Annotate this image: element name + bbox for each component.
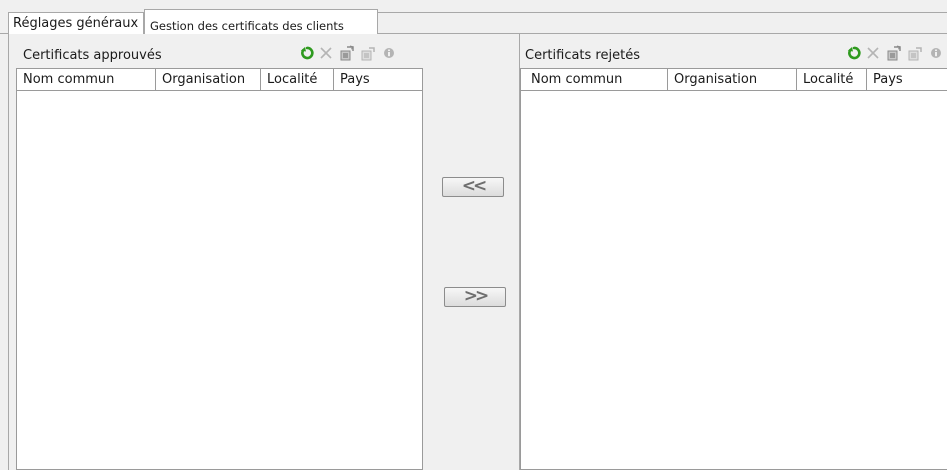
move-to-rejected-label: >> [463, 285, 489, 306]
move-to-approved-label: << [461, 175, 487, 196]
column-common-name[interactable]: Nom commun [17, 69, 156, 90]
move-to-approved-button[interactable]: << [442, 177, 504, 197]
column-organisation[interactable]: Organisation [156, 69, 261, 90]
import-icon[interactable] [886, 45, 902, 61]
info-icon[interactable] [928, 45, 944, 61]
column-locality[interactable]: Localité [261, 69, 334, 90]
column-organisation[interactable]: Organisation [668, 69, 797, 90]
info-icon[interactable] [381, 45, 397, 61]
approved-certificates-title: Certificats approuvés [23, 48, 162, 63]
move-to-rejected-button[interactable]: >> [444, 287, 506, 307]
export-icon[interactable] [907, 45, 923, 61]
rejected-list-header: Nom commun Organisation Localité Pays [521, 69, 947, 91]
tab-strip-spacer [378, 12, 947, 34]
tab-strip: Réglages généraux Gestion des certificat… [0, 8, 947, 34]
approved-list-header: Nom commun Organisation Localité Pays [17, 69, 422, 91]
rejected-certificates-title: Certificats rejetés [525, 48, 640, 63]
tab-general-settings[interactable]: Réglages généraux [8, 12, 144, 34]
rejected-certificates-list[interactable]: Nom commun Organisation Localité Pays [520, 68, 947, 470]
column-country[interactable]: Pays [867, 69, 947, 90]
tab-client-certificates[interactable]: Gestion des certificats des clients [144, 9, 378, 34]
column-locality[interactable]: Localité [797, 69, 867, 90]
export-icon[interactable] [360, 45, 376, 61]
refresh-icon[interactable] [299, 45, 315, 61]
column-common-name[interactable]: Nom commun [521, 69, 668, 90]
column-country[interactable]: Pays [334, 69, 424, 90]
delete-icon[interactable] [318, 45, 334, 61]
refresh-icon[interactable] [846, 45, 862, 61]
delete-icon[interactable] [865, 45, 881, 61]
approved-certificates-list[interactable]: Nom commun Organisation Localité Pays [16, 68, 423, 470]
rejected-certificates-panel: Certificats rejetés Nom commun Organisat… [519, 34, 947, 470]
approved-certificates-panel: Certificats approuvés Nom commun Organis… [8, 34, 423, 470]
import-icon[interactable] [339, 45, 355, 61]
